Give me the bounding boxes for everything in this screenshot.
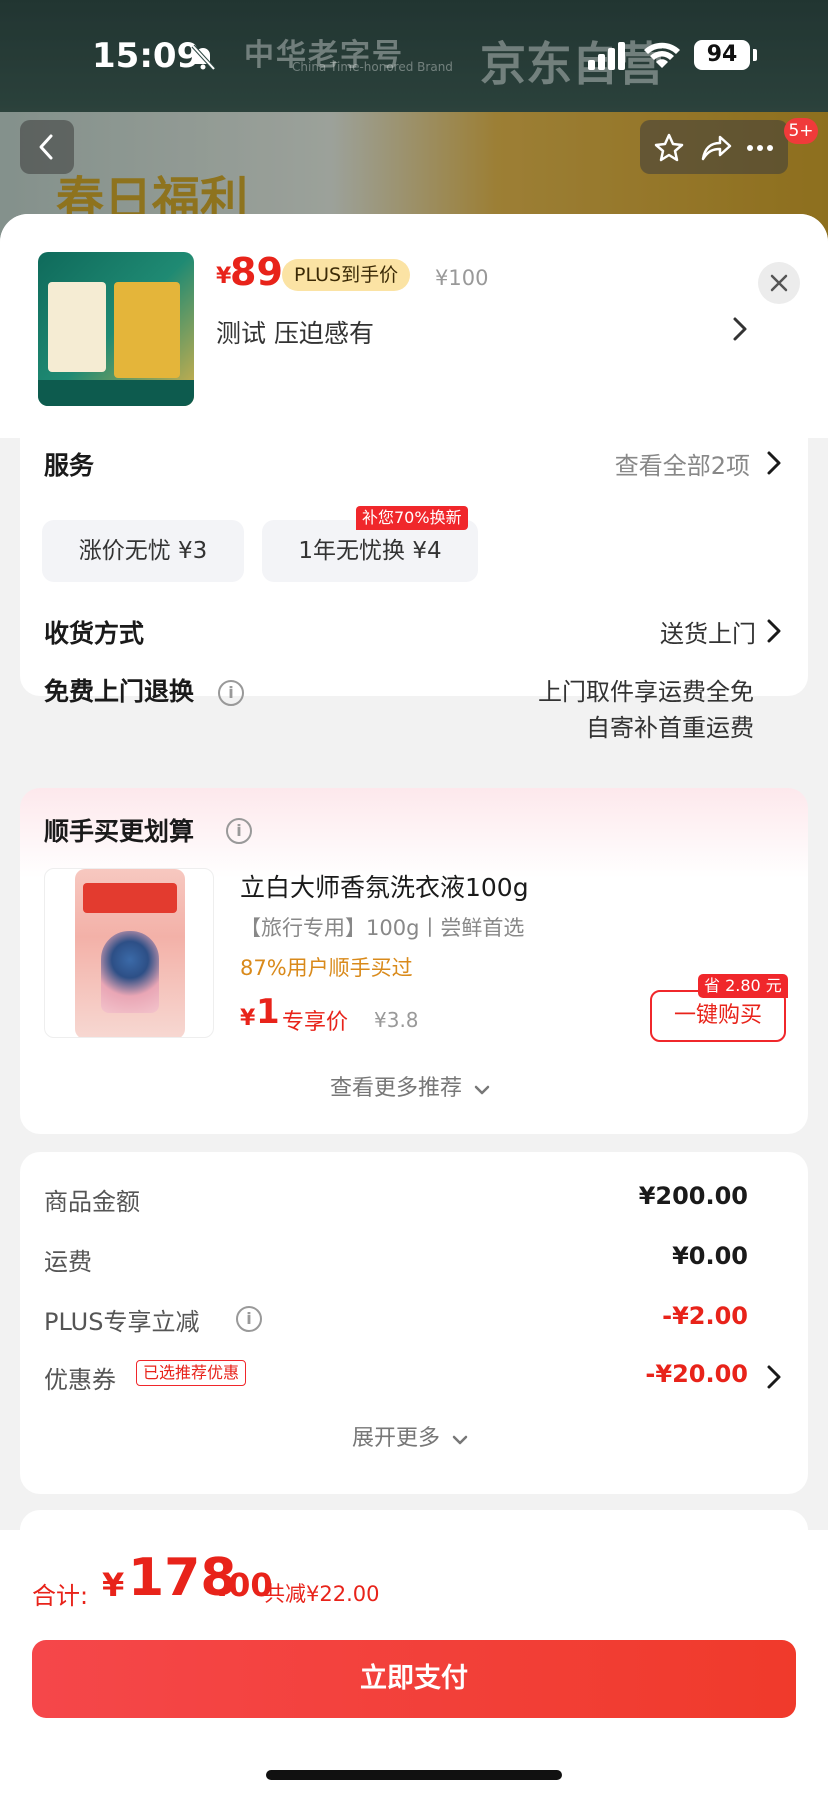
save-amount-badge: 省 2.80 元 <box>698 974 788 998</box>
bag-figure-graphic <box>101 931 159 1013</box>
home-indicator[interactable] <box>266 1770 562 1780</box>
expand-more-label: 展开更多 <box>352 1426 441 1451</box>
wifi-icon <box>644 42 680 68</box>
recommend-product-name[interactable]: 立白大师香氛洗衣液100g <box>240 868 529 904</box>
chevron-left-icon <box>39 134 53 160</box>
amount-value-plus-discount: -¥2.00 <box>662 1302 748 1330</box>
thumb-box-graphic <box>114 282 180 378</box>
amount-value-shipping: ¥0.00 <box>672 1242 748 1270</box>
chevron-right-icon[interactable] <box>766 450 782 476</box>
product-price: 89 <box>230 250 283 294</box>
service-chip-price-protect[interactable]: 涨价无忧 ¥3 <box>42 520 244 582</box>
close-button[interactable] <box>758 262 800 304</box>
pay-now-button[interactable]: 立即支付 <box>32 1640 796 1718</box>
brand-jd-label: 京东自营 <box>480 37 664 91</box>
expand-more-link[interactable]: 展开更多 <box>352 1420 469 1451</box>
info-icon[interactable]: i <box>236 1306 262 1332</box>
recommend-title: 顺手买更划算 <box>44 817 195 846</box>
recommend-price-currency: ¥ <box>240 1006 256 1031</box>
info-icon[interactable]: i <box>226 818 252 844</box>
thumb-footer-graphic <box>38 380 194 406</box>
recommend-bought-rate: 87%用户顺手买过 <box>240 956 413 980</box>
bell-muted-icon <box>191 44 216 71</box>
return-line-2: 自寄补首重运费 <box>586 714 754 742</box>
recommend-price: 1 <box>256 992 280 1032</box>
nav-actions <box>640 120 788 174</box>
recommend-original-price: ¥3.8 <box>374 1008 419 1032</box>
service-title: 服务 <box>44 451 95 480</box>
delivery-method[interactable]: 送货上门 <box>560 614 756 649</box>
info-icon[interactable]: i <box>218 680 244 706</box>
amount-label-shipping: 运费 <box>44 1248 92 1276</box>
product-thumbnail[interactable] <box>38 252 194 406</box>
recommend-product-spec: 【旅行专用】100g丨尝鲜首选 <box>240 916 525 940</box>
chevron-down-icon <box>474 1085 490 1095</box>
bag-logo-graphic <box>83 883 177 913</box>
more-recommend-label: 查看更多推荐 <box>330 1076 463 1101</box>
recommend-price-label: 专享价 <box>282 1010 349 1035</box>
recommend-product-image[interactable] <box>44 868 214 1038</box>
amount-value-coupon[interactable]: -¥20.00 <box>560 1360 748 1388</box>
amount-label-coupon: 优惠券 <box>44 1366 116 1394</box>
battery-indicator: 94 <box>694 40 750 70</box>
return-line-1: 上门取件享运费全免 <box>538 678 754 706</box>
delivery-title: 收货方式 <box>44 619 145 648</box>
return-title: 免费上门退换 <box>44 677 195 706</box>
amount-value-goods: ¥200.00 <box>638 1182 748 1210</box>
cellular-signal-icon <box>588 42 625 70</box>
status-bar: 15:09 中华老字号 China Time-honored Brand 京东自… <box>0 0 828 110</box>
sku-spec-name[interactable]: 测试 压迫感有 <box>216 314 374 350</box>
original-price: ¥100 <box>435 266 489 290</box>
service-view-all[interactable]: 查看全部2项 <box>560 446 750 481</box>
total-label: 合计: <box>32 1582 89 1610</box>
total-currency: ¥ <box>102 1566 125 1604</box>
amount-label-plus-discount: PLUS专享立减 <box>44 1308 200 1336</box>
thumb-card-graphic <box>48 282 106 372</box>
amount-label-goods: 商品金额 <box>44 1188 140 1216</box>
back-button[interactable] <box>20 120 74 174</box>
total-saved: 共减¥22.00 <box>264 1582 380 1606</box>
star-icon[interactable] <box>654 133 684 163</box>
close-icon <box>770 274 788 292</box>
status-time: 15:09 <box>92 36 201 76</box>
chevron-down-icon <box>452 1435 468 1445</box>
more-recommend-link[interactable]: 查看更多推荐 <box>330 1070 491 1101</box>
battery-tip <box>753 49 757 61</box>
chevron-right-icon[interactable] <box>766 1364 782 1390</box>
share-icon[interactable] <box>700 133 732 163</box>
sku-summary: ¥ 89 PLUS到手价 ¥100 测试 压迫感有 <box>0 214 828 438</box>
more-icon[interactable] <box>744 133 776 163</box>
message-count-badge: 5+ <box>784 118 818 144</box>
chevron-right-icon[interactable] <box>766 618 782 644</box>
service-chip-badge: 补您70%换新 <box>356 506 468 530</box>
coupon-selected-tag: 已选推荐优惠 <box>136 1360 247 1386</box>
brand-subtitle: China Time-honored Brand <box>292 60 453 74</box>
plus-price-tag: PLUS到手价 <box>282 259 411 291</box>
chevron-right-icon[interactable] <box>730 314 750 344</box>
